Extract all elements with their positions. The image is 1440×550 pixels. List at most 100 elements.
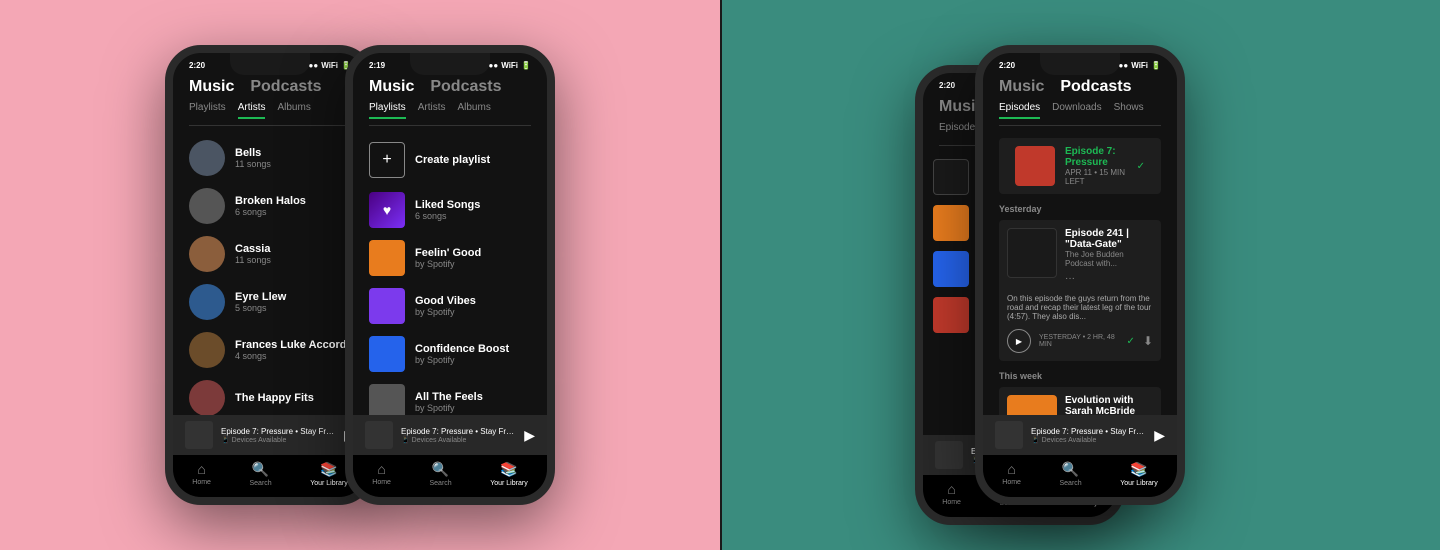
tab-header: Music Podcasts Playlists Artists Albums (173, 74, 367, 126)
status-icons: ●●●WiFi🔋 (304, 61, 351, 70)
mini-player-thumb (935, 441, 963, 469)
plus-icon: + (369, 142, 405, 178)
nav-home[interactable]: ⌂ Home (372, 461, 391, 487)
tab-artists[interactable]: Artists (418, 102, 446, 119)
home-icon: ⌂ (377, 461, 385, 477)
list-item[interactable]: Good Vibes by Spotify (353, 282, 547, 330)
nav-library[interactable]: 📚 Your Library (490, 461, 528, 487)
artist-songs: 5 songs (235, 303, 351, 313)
tab-playlists[interactable]: Playlists (369, 102, 406, 119)
playlist-thumb (369, 240, 405, 276)
playlist-sub: by Spotify (415, 307, 531, 317)
play-icon[interactable]: ▶ (1154, 427, 1165, 444)
mini-player[interactable]: Episode 7: Pressure • Stay Free: The Sto… (173, 415, 367, 455)
nav-home-label: Home (942, 499, 961, 506)
show-thumb (933, 251, 969, 287)
tab-episodes[interactable]: Episodes (999, 102, 1040, 119)
artist-songs: 6 songs (235, 207, 351, 217)
mini-player[interactable]: Episode 7: Pressure • Stay Free: The Sto… (353, 415, 547, 455)
show-thumb (933, 297, 969, 333)
list-item[interactable]: Frances Luke Accord 4 songs (173, 326, 367, 374)
episode-meta: YESTERDAY • 2 HR, 48 MIN (1039, 334, 1119, 348)
create-playlist-item[interactable]: + Create playlist (353, 134, 547, 186)
section-yesterday: Yesterday (983, 198, 1177, 216)
status-time: 2:19 (369, 61, 385, 70)
nav-library-label: Your Library (490, 480, 528, 487)
episode-desc: On this episode the guys return from the… (999, 294, 1161, 325)
episode-title: Evolution with Sarah McBride (1065, 395, 1153, 415)
artist-name: Bells (235, 147, 351, 159)
download-icon[interactable]: ⬇ (1143, 334, 1153, 348)
mini-player-thumb (185, 421, 213, 449)
tab-artists[interactable]: Artists (238, 102, 266, 119)
tab-music[interactable]: Music (189, 78, 234, 96)
artist-songs: 11 songs (235, 159, 351, 169)
search-icon: 🔍 (252, 461, 269, 478)
mini-player-title: Episode 7: Pressure • Stay Free: The Sto… (1031, 427, 1146, 436)
tab-music[interactable]: Music (369, 78, 414, 96)
list-item[interactable]: All The Feels by Spotify (353, 378, 547, 415)
list-item[interactable]: Eyre Llew 5 songs (173, 278, 367, 326)
featured-date: APR 11 • 15 MIN LEFT (1065, 168, 1127, 186)
liked-songs-thumb: ♥ (369, 192, 405, 228)
library-icon: 📚 (320, 461, 337, 478)
episode-play-button[interactable]: ▶ (1007, 329, 1031, 353)
tab-podcasts[interactable]: Podcasts (250, 78, 321, 96)
nav-library[interactable]: 📚 Your Library (1120, 461, 1158, 487)
artist-thumb (189, 236, 225, 272)
library-icon: 📚 (500, 461, 517, 478)
nav-search[interactable]: 🔍 Search (1059, 461, 1081, 487)
nav-home[interactable]: ⌂ Home (1002, 461, 1021, 487)
artist-name: The Happy Fits (235, 392, 351, 404)
nav-home[interactable]: ⌂ Home (192, 461, 211, 487)
list-item[interactable]: Broken Halos 6 songs (173, 182, 367, 230)
list-item-liked-songs[interactable]: ♥ Liked Songs 6 songs (353, 186, 547, 234)
show-thumb (933, 159, 969, 195)
list-item[interactable]: Cassia 11 songs (173, 230, 367, 278)
tab-episodes[interactable]: Episodes (939, 122, 980, 139)
list-item[interactable]: Feelin' Good by Spotify (353, 234, 547, 282)
featured-episode[interactable]: Episode 7: Pressure APR 11 • 15 MIN LEFT… (999, 138, 1161, 194)
status-icons: ●●●WiFi🔋 (484, 61, 531, 70)
status-time: 2:20 (939, 81, 955, 90)
playlist-thumb (369, 336, 405, 372)
tab-shows[interactable]: Shows (1114, 102, 1144, 119)
nav-library[interactable]: 📚 Your Library (310, 461, 348, 487)
tab-albums[interactable]: Albums (277, 102, 310, 119)
divider (720, 0, 722, 550)
tab-podcasts[interactable]: Podcasts (430, 78, 501, 96)
tab-downloads[interactable]: Downloads (1052, 102, 1101, 119)
search-icon: 🔍 (432, 461, 449, 478)
tab-podcasts[interactable]: Podcasts (1060, 78, 1131, 96)
tab-albums[interactable]: Albums (457, 102, 490, 119)
nav-search[interactable]: 🔍 Search (249, 461, 271, 487)
list-item[interactable]: Confidence Boost by Spotify (353, 330, 547, 378)
nav-search[interactable]: 🔍 Search (429, 461, 451, 487)
artist-name: Frances Luke Accord (235, 339, 351, 351)
episode-thumb (1007, 228, 1057, 278)
artist-songs: 4 songs (235, 351, 351, 361)
teal-background: 2:20 ●●●WiFi🔋 Music Podcasts Episodes Do… (720, 0, 1440, 550)
playlist-sub: by Spotify (415, 355, 531, 365)
pink-background: 2:20 ●●●WiFi🔋 Music Podcasts Playlists A… (0, 0, 720, 550)
more-icon[interactable]: ··· (1065, 273, 1075, 284)
library-icon: 📚 (1130, 461, 1147, 478)
playlist-name: Good Vibes (415, 295, 531, 307)
list-item[interactable]: Bells 11 songs (173, 134, 367, 182)
artists-list: Bells 11 songs Broken Halos 6 songs (173, 126, 367, 415)
nav-search-label: Search (1059, 480, 1081, 487)
phone-notch (410, 53, 490, 75)
tab-music[interactable]: Music (999, 78, 1044, 96)
episode-card: Episode 241 | "Data-Gate" The Joe Budden… (999, 220, 1161, 361)
status-time: 2:20 (189, 61, 205, 70)
bottom-nav: ⌂ Home 🔍 Search 📚 Your Library (983, 455, 1177, 497)
tab-playlists[interactable]: Playlists (189, 102, 226, 119)
mini-player-devices: 📱 Devices Available (401, 436, 516, 444)
mini-player[interactable]: Episode 7: Pressure • Stay Free: The Sto… (983, 415, 1177, 455)
episode-title: Episode 241 | "Data-Gate" (1065, 228, 1153, 250)
play-icon[interactable]: ▶ (524, 427, 535, 444)
nav-home[interactable]: ⌂ Home (942, 481, 961, 507)
search-icon: 🔍 (1062, 461, 1079, 478)
list-item[interactable]: The Happy Fits (173, 374, 367, 415)
episode-thumb (1007, 395, 1057, 415)
